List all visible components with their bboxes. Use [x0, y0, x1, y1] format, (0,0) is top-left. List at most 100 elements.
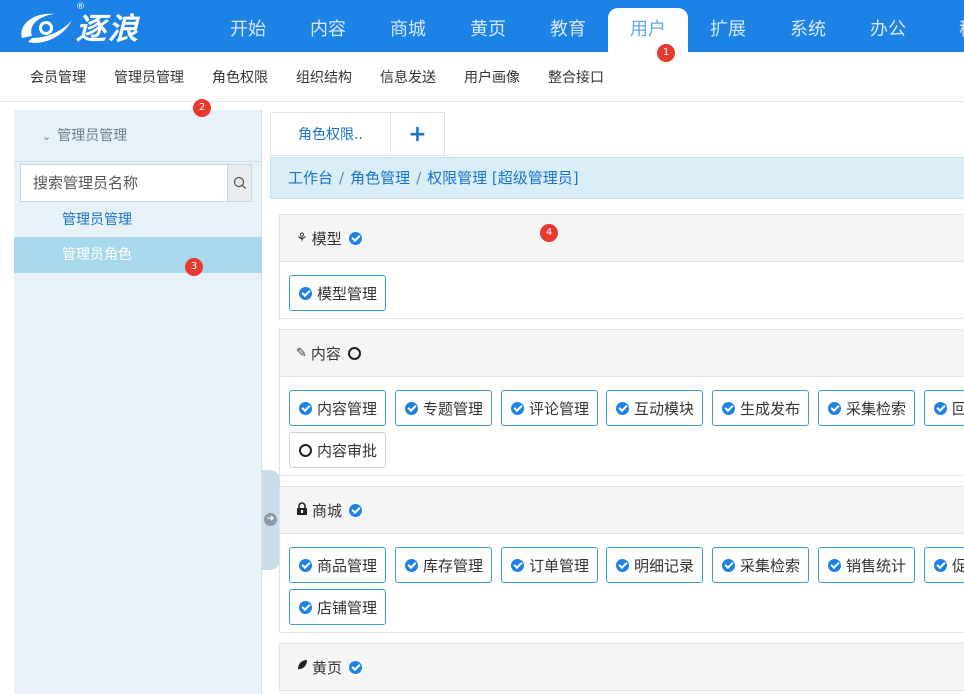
- nav-item-extend[interactable]: 扩展: [688, 0, 768, 52]
- section-shop-header[interactable]: 商城: [279, 486, 964, 534]
- permission-chip[interactable]: 采集检索: [712, 547, 810, 583]
- check-circle-icon: [511, 401, 524, 415]
- check-circle-icon[interactable]: [349, 503, 363, 517]
- nav-item-office[interactable]: 办公: [848, 0, 928, 52]
- chevron-down-icon: ⌄: [42, 130, 52, 143]
- arrow-right-icon: ➜: [264, 513, 277, 526]
- sitemap-icon: ⚘: [296, 230, 308, 246]
- nav-item-start[interactable]: 开始: [208, 0, 288, 52]
- permission-chip[interactable]: 促: [924, 547, 964, 583]
- section-title: 黄页: [312, 658, 343, 677]
- add-tab-button[interactable]: +: [391, 112, 445, 156]
- section-title: 模型: [311, 229, 342, 248]
- logo-text: 逐浪: [76, 12, 140, 47]
- section-content-header[interactable]: ✎ 内容: [279, 329, 964, 377]
- permission-chip[interactable]: 内容管理: [289, 390, 387, 426]
- main-nav: 开始 内容 商城 黄页 教育 用户 扩展 系统 办公 移: [208, 0, 964, 52]
- logo-swoosh-icon: [21, 13, 72, 43]
- chip-label: 促: [952, 556, 964, 575]
- check-circle-icon: [299, 286, 312, 300]
- check-circle-icon: [828, 558, 841, 572]
- section-title: 商城: [312, 501, 343, 520]
- chip-label: 内容管理: [317, 399, 378, 418]
- check-circle-icon: [299, 600, 312, 614]
- permission-chip[interactable]: 库存管理: [395, 547, 493, 583]
- sidebar-search: [20, 164, 252, 202]
- check-circle-icon: [299, 401, 312, 415]
- search-button[interactable]: [227, 164, 252, 202]
- permission-chip[interactable]: 评论管理: [501, 390, 599, 426]
- check-circle-icon: [405, 401, 418, 415]
- tab-role-permissions[interactable]: 角色权限..: [270, 112, 391, 156]
- circle-outline-icon: [299, 443, 312, 457]
- section-shop-body: 商品管理 库存管理 订单管理 明细记录 采集检索 销售统计 促 店铺管理: [279, 534, 964, 633]
- chip-label: 内容审批: [317, 441, 378, 460]
- sidebar-group-header[interactable]: ⌄ 管理员管理: [14, 110, 261, 162]
- nav-item-content[interactable]: 内容: [288, 0, 368, 52]
- chip-label: 订单管理: [529, 556, 590, 575]
- sidebar-item-admin-management[interactable]: 管理员管理: [14, 202, 262, 238]
- admin-search-input[interactable]: [20, 164, 227, 202]
- permission-chip[interactable]: 明细记录: [606, 547, 704, 583]
- chip-label: 专题管理: [423, 399, 484, 418]
- breadcrumb-role-management[interactable]: 角色管理: [350, 169, 410, 187]
- permission-chip[interactable]: 内容审批: [289, 432, 387, 468]
- subnav-org-structure[interactable]: 组织结构: [282, 67, 366, 87]
- chip-label: 明细记录: [634, 556, 695, 575]
- chip-label: 生成发布: [740, 399, 801, 418]
- annotation-badge: 2: [193, 99, 211, 117]
- nav-item-system[interactable]: 系统: [768, 0, 848, 52]
- section-yellowpages-header[interactable]: 黄页: [279, 643, 964, 691]
- permission-chip[interactable]: 采集检索: [818, 390, 916, 426]
- subnav-member-management[interactable]: 会员管理: [16, 67, 100, 87]
- check-circle-icon[interactable]: [348, 231, 362, 245]
- nav-item-education[interactable]: 教育: [528, 0, 608, 52]
- pencil-icon: ✎: [296, 345, 307, 361]
- annotation-badge: 4: [540, 224, 558, 242]
- brand-logo[interactable]: ® 逐浪: [16, 2, 166, 50]
- chip-label: 销售统计: [846, 556, 907, 575]
- breadcrumb: 工作台 / 角色管理 / 权限管理 [超级管理员]: [270, 157, 964, 199]
- permission-chip[interactable]: 模型管理: [289, 275, 387, 311]
- subnav-role-permissions[interactable]: 角色权限: [198, 67, 282, 87]
- section-model-header[interactable]: ⚘ 模型: [279, 214, 964, 262]
- permission-chip[interactable]: 互动模块: [606, 390, 704, 426]
- nav-item-user[interactable]: 用户: [608, 8, 688, 52]
- sidebar-item-admin-roles[interactable]: 管理员角色: [14, 237, 262, 273]
- section-model-body: 模型管理: [279, 262, 964, 319]
- sidebar-group-title: 管理员管理: [57, 128, 128, 144]
- permission-chip[interactable]: 订单管理: [501, 547, 599, 583]
- permission-chip[interactable]: 专题管理: [395, 390, 493, 426]
- check-circle-icon[interactable]: [349, 660, 363, 674]
- permission-chip[interactable]: 回: [924, 390, 964, 426]
- sub-nav: 会员管理 管理员管理 角色权限 组织结构 信息发送 用户画像 整合接口: [0, 52, 964, 102]
- check-circle-icon: [722, 558, 735, 572]
- top-navbar: ® 逐浪 开始 内容 商城 黄页 教育 用户 扩展 系统 办公 移: [0, 0, 964, 52]
- page-tabs: 角色权限.. +: [270, 112, 445, 156]
- chip-label: 商品管理: [317, 556, 378, 575]
- subnav-user-profile[interactable]: 用户画像: [450, 67, 534, 87]
- permission-chip[interactable]: 商品管理: [289, 547, 387, 583]
- nav-item-mobile[interactable]: 移: [928, 0, 964, 52]
- chip-label: 店铺管理: [317, 598, 378, 617]
- subnav-integration-api[interactable]: 整合接口: [534, 67, 618, 87]
- subnav-admin-management[interactable]: 管理员管理: [100, 67, 198, 87]
- subnav-message-send[interactable]: 信息发送: [366, 67, 450, 87]
- sidebar-collapse-handle[interactable]: ➜: [262, 470, 280, 570]
- section-content-body: 内容管理 专题管理 评论管理 互动模块 生成发布 采集检索 回 内容审批: [279, 377, 964, 476]
- nav-item-shop[interactable]: 商城: [368, 0, 448, 52]
- leaf-icon: [296, 659, 308, 675]
- chip-label: 回: [952, 399, 964, 418]
- breadcrumb-workbench[interactable]: 工作台: [288, 169, 333, 187]
- sidebar: ⌄ 管理员管理 管理员管理 管理员角色: [14, 110, 262, 694]
- nav-item-yellowpages[interactable]: 黄页: [448, 0, 528, 52]
- check-circle-icon: [828, 401, 841, 415]
- check-circle-icon: [511, 558, 524, 572]
- chip-label: 库存管理: [423, 556, 484, 575]
- circle-outline-icon[interactable]: [347, 346, 361, 360]
- permission-chip[interactable]: 销售统计: [818, 547, 916, 583]
- chip-label: 采集检索: [846, 399, 907, 418]
- permission-chip[interactable]: 生成发布: [712, 390, 810, 426]
- chip-label: 采集检索: [740, 556, 801, 575]
- permission-chip[interactable]: 店铺管理: [289, 589, 387, 625]
